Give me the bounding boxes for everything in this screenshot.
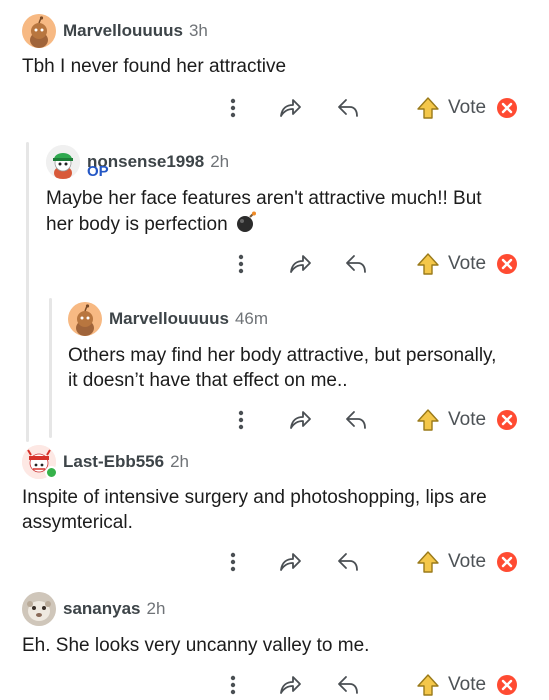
snoo-orange-avatar-icon [68,302,102,336]
comment-1-text: Tbh I never found her attractive [22,56,287,77]
downvote-icon[interactable] [496,409,518,431]
avatar[interactable] [46,145,80,179]
text-line-2: her body is perfection [46,214,228,235]
vote-control: Vote [416,546,518,578]
downvote-icon[interactable] [496,97,518,119]
more-options-button[interactable] [232,404,250,436]
reply-arrow-icon [338,99,358,117]
comment-5-text: Eh. She looks very uncanny valley to me. [22,635,370,656]
timestamp: 2h [210,152,230,171]
reply-button[interactable] [334,92,362,124]
share-arrow-icon [280,676,301,694]
avatar[interactable] [22,14,56,48]
comment-2-header: nonsense1998 2h [46,145,229,179]
avatar[interactable] [68,302,102,336]
vote-control: Vote [416,404,518,436]
avatar[interactable] [22,592,56,626]
snoo-green-cap-avatar-icon [46,145,80,179]
reply-arrow-icon [346,255,366,273]
share-button[interactable] [276,92,304,124]
text-line-1: Inspite of intensive surgery and photosh… [22,487,487,508]
reply-arrow-icon [346,411,366,429]
comment-5-header: sananyas 2h [22,592,165,626]
bomb-emoji-icon [236,211,256,232]
vote-label: Vote [448,551,487,572]
share-arrow-icon [290,255,311,273]
comment-1-header: Marvellouuuus 3h [22,14,208,48]
share-button[interactable] [286,248,314,280]
vote-label: Vote [448,409,487,430]
reply-button[interactable] [342,404,370,436]
reply-arrow-icon [338,676,358,694]
downvote-icon[interactable] [496,674,518,696]
more-options-button[interactable] [224,546,242,578]
more-options-button[interactable] [232,248,250,280]
thread-line[interactable] [49,298,52,438]
upvote-icon[interactable] [416,550,440,574]
reply-button[interactable] [334,670,362,700]
text-line-2: assymterical. [22,512,133,533]
timestamp: 2h [170,452,190,471]
share-button[interactable] [286,404,314,436]
comment-2-text: Maybe her face features aren't attractiv… [46,186,536,237]
reply-arrow-icon [338,553,358,571]
more-options-button[interactable] [224,92,242,124]
timestamp: 46m [234,309,269,328]
vote-label: Vote [448,253,487,274]
downvote-icon[interactable] [496,551,518,573]
upvote-icon[interactable] [416,96,440,120]
upvote-icon[interactable] [416,252,440,276]
reply-button[interactable] [334,546,362,578]
op-badge: OP [87,163,109,180]
text-line-1: Maybe her face features aren't attractiv… [46,188,482,209]
kebab-icon [238,410,244,430]
share-button[interactable] [276,546,304,578]
vote-control: Vote [416,92,518,124]
share-button[interactable] [276,670,304,700]
username[interactable]: sananyas [63,599,141,619]
thread-line[interactable] [26,142,29,442]
vote-label: Vote [448,97,487,118]
comment-4-header: Last-Ebb556 2h [22,445,189,479]
username[interactable]: Marvellouuuus [109,309,229,329]
text-line-2: it doesn’t have that effect on me.. [68,370,348,391]
downvote-icon[interactable] [496,253,518,275]
avatar[interactable] [22,445,58,479]
upvote-icon[interactable] [416,408,440,432]
share-arrow-icon [290,411,311,429]
kebab-icon [230,552,236,572]
comment-3-text: Others may find her body attractive, but… [68,343,543,393]
snoo-orange-avatar-icon [22,14,56,48]
share-arrow-icon [280,99,301,117]
text-line-1: Others may find her body attractive, but… [68,345,497,366]
vote-control: Vote [416,248,518,280]
kebab-icon [238,254,244,274]
username[interactable]: Marvellouuuus [63,21,183,41]
username[interactable]: Last-Ebb556 [63,452,164,472]
kebab-icon [230,675,236,695]
vote-label: Vote [448,674,487,695]
online-status-dot [45,466,58,479]
reply-button[interactable] [342,248,370,280]
photo-avatar-icon [22,592,56,626]
comment-4-text: Inspite of intensive surgery and photosh… [22,485,542,535]
kebab-icon [230,98,236,118]
comment-3-header: Marvellouuuus 46m [68,302,268,336]
vote-control: Vote [416,670,518,700]
more-options-button[interactable] [224,670,242,700]
upvote-icon[interactable] [416,673,440,697]
timestamp: 2h [146,599,166,618]
timestamp: 3h [188,21,208,40]
share-arrow-icon [280,553,301,571]
